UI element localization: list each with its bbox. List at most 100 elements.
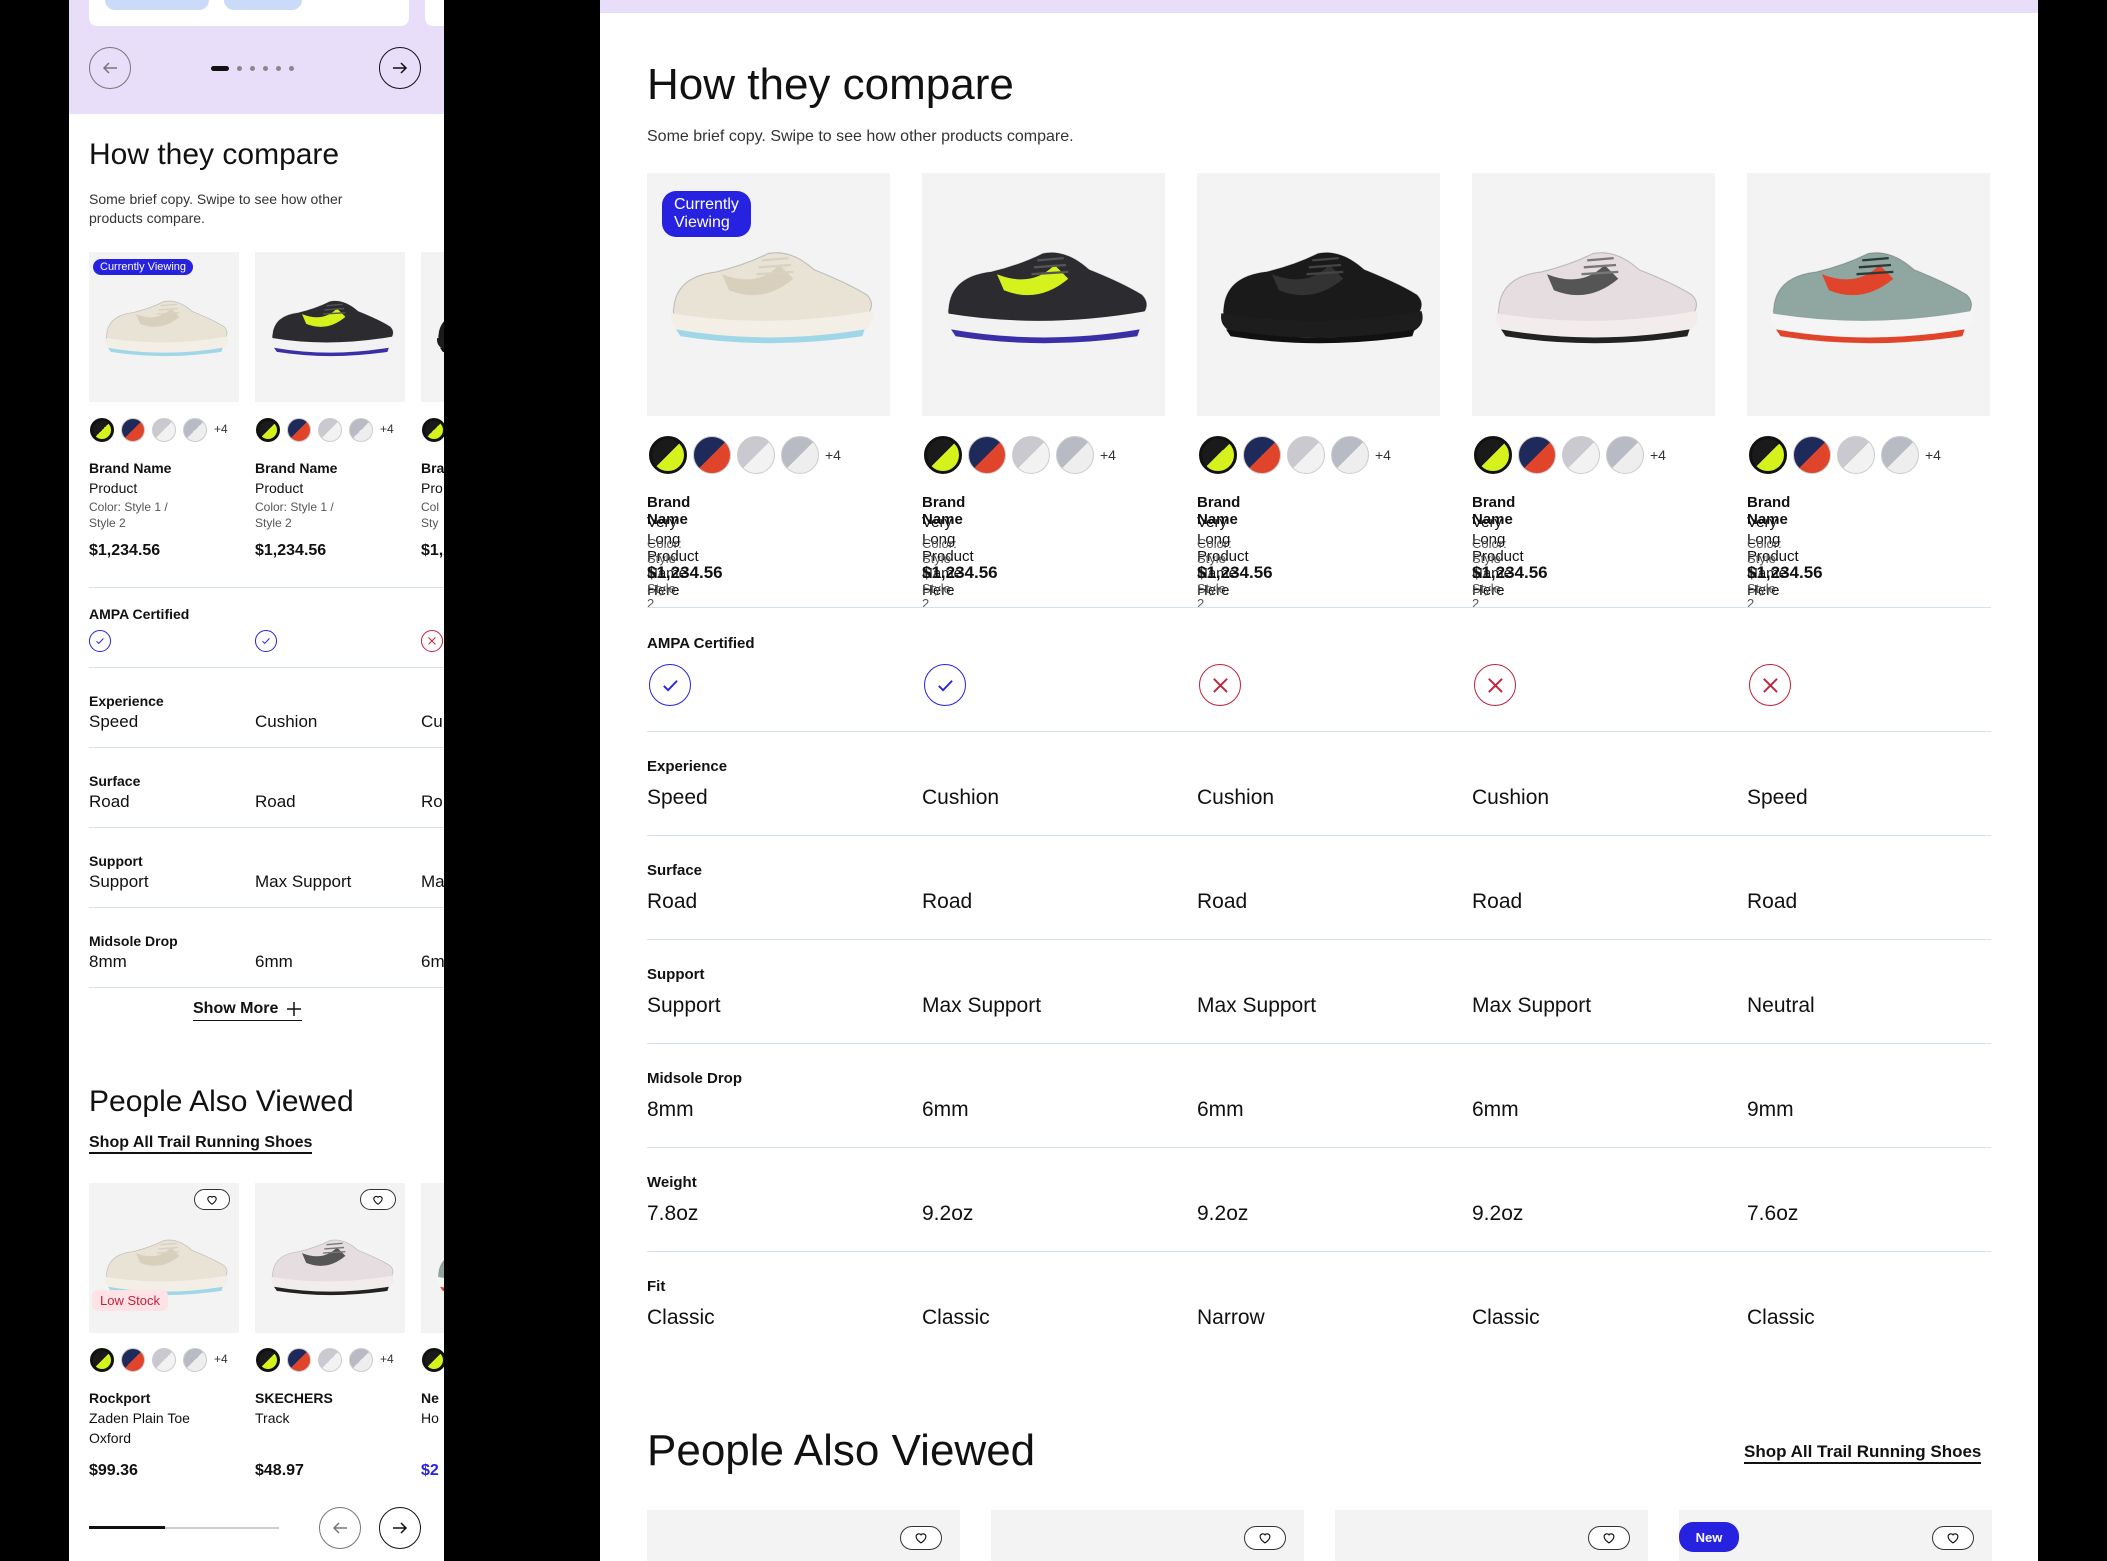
color-swatch[interactable] — [1012, 436, 1050, 474]
color-swatch[interactable] — [121, 418, 145, 442]
product-image-shoe — [426, 280, 444, 370]
row-value-surface: Road — [1472, 890, 1523, 913]
certified-check-icon — [924, 664, 966, 706]
divider — [647, 835, 1991, 836]
product-name[interactable]: Product — [255, 480, 303, 496]
color-swatch[interactable] — [1562, 436, 1600, 474]
row-value-support: Max Support — [255, 872, 352, 891]
product-image[interactable] — [1472, 173, 1715, 416]
row-label-weight: Weight — [647, 1174, 697, 1191]
carousel-dot[interactable] — [211, 66, 229, 71]
color-swatch[interactable] — [152, 418, 176, 442]
carousel-dot[interactable] — [263, 66, 268, 71]
color-swatch[interactable] — [121, 1348, 145, 1372]
show-more-button[interactable]: Show More — [193, 1000, 303, 1021]
product-price: $99.36 — [89, 1462, 138, 1479]
row-value-surface: Road — [1747, 890, 1798, 913]
wishlist-button[interactable] — [900, 1526, 942, 1550]
wishlist-button[interactable] — [1244, 1526, 1286, 1550]
color-swatch[interactable] — [1518, 436, 1556, 474]
color-swatch[interactable] — [1243, 436, 1281, 474]
shoe-illustration — [270, 1239, 394, 1296]
color-swatch[interactable] — [183, 418, 207, 442]
color-swatch[interactable] — [318, 1348, 342, 1372]
color-swatch[interactable] — [1287, 436, 1325, 474]
shop-all-link[interactable]: Shop All Trail Running Shoes — [89, 1134, 313, 1154]
carousel-dot[interactable] — [289, 66, 294, 71]
product-name[interactable]: Oxford — [89, 1430, 131, 1446]
product-name[interactable]: Track — [255, 1410, 289, 1426]
color-swatch[interactable] — [693, 436, 731, 474]
product-image[interactable] — [922, 173, 1165, 416]
product-brand: Brand Name — [255, 460, 338, 476]
product-brand: Rockport — [89, 1390, 151, 1406]
more-swatches-count: +4 — [1650, 447, 1666, 463]
color-swatch[interactable] — [152, 1348, 176, 1372]
next-button[interactable] — [379, 1507, 421, 1549]
wishlist-button[interactable] — [194, 1189, 230, 1210]
color-swatch[interactable] — [90, 1348, 114, 1372]
product-price: $1,234.56 — [922, 563, 998, 582]
not-certified-x-icon — [421, 630, 443, 652]
color-swatch[interactable] — [287, 418, 311, 442]
product-image-shoe — [1203, 218, 1433, 363]
product-image-shoe — [653, 218, 883, 363]
not-certified-x-icon — [1474, 664, 1516, 706]
color-swatch[interactable] — [649, 436, 687, 474]
color-swatch[interactable] — [1606, 436, 1644, 474]
product-image[interactable] — [1197, 173, 1440, 416]
check-icon — [262, 638, 270, 645]
row-value-fit: Classic — [1747, 1306, 1815, 1329]
color-swatch[interactable] — [968, 436, 1006, 474]
product-image[interactable] — [255, 252, 405, 402]
product-name[interactable]: Ho — [421, 1410, 439, 1426]
color-swatch[interactable] — [781, 436, 819, 474]
next-button[interactable] — [379, 47, 421, 89]
color-swatch[interactable] — [1793, 436, 1831, 474]
color-swatch[interactable] — [1837, 436, 1875, 474]
divider — [647, 1147, 1991, 1148]
product-color: Style 2 — [255, 516, 292, 530]
color-swatch[interactable] — [1056, 436, 1094, 474]
promo-pill[interactable] — [224, 0, 302, 10]
wishlist-button[interactable] — [1932, 1526, 1974, 1550]
product-name[interactable]: Pro — [421, 480, 443, 496]
color-swatch[interactable] — [90, 418, 114, 442]
check-icon — [662, 679, 678, 692]
carousel-dot[interactable] — [276, 66, 281, 71]
row-value-experience: Speed — [89, 712, 139, 731]
color-swatch[interactable] — [1331, 436, 1369, 474]
color-swatch[interactable] — [183, 1348, 207, 1372]
color-swatch[interactable] — [256, 1348, 280, 1372]
color-swatch[interactable] — [422, 1348, 444, 1372]
promo-pill[interactable] — [105, 0, 209, 10]
product-image[interactable] — [1747, 173, 1990, 416]
prev-button[interactable] — [89, 47, 131, 89]
color-swatch[interactable] — [287, 1348, 311, 1372]
product-name[interactable]: Zaden Plain Toe — [89, 1410, 190, 1426]
color-swatch[interactable] — [318, 418, 342, 442]
color-swatch[interactable] — [1474, 436, 1512, 474]
shop-all-link[interactable]: Shop All Trail Running Shoes — [1744, 1442, 1982, 1464]
color-swatch[interactable] — [1199, 436, 1237, 474]
product-name[interactable]: Product — [89, 480, 137, 496]
desktop-view: How they compare Some brief copy. Swipe … — [600, 0, 2038, 1561]
color-swatch[interactable] — [924, 436, 962, 474]
color-swatch[interactable] — [737, 436, 775, 474]
also-viewed-image[interactable] — [421, 1183, 444, 1333]
shoe-illustration — [270, 300, 394, 357]
color-swatch[interactable] — [349, 418, 373, 442]
wishlist-button[interactable] — [1588, 1526, 1630, 1550]
color-swatch[interactable] — [1881, 436, 1919, 474]
product-image[interactable] — [421, 252, 444, 402]
color-swatch[interactable] — [256, 418, 280, 442]
color-swatch[interactable] — [349, 1348, 373, 1372]
carousel-dot[interactable] — [250, 66, 255, 71]
color-swatch[interactable] — [1749, 436, 1787, 474]
carousel-dot[interactable] — [237, 66, 242, 71]
color-swatch[interactable] — [422, 418, 444, 442]
wishlist-button[interactable] — [360, 1189, 396, 1210]
show-more-label: Show More — [193, 1000, 279, 1017]
row-value-experience: Cu — [421, 712, 443, 731]
prev-button[interactable] — [319, 1507, 361, 1549]
